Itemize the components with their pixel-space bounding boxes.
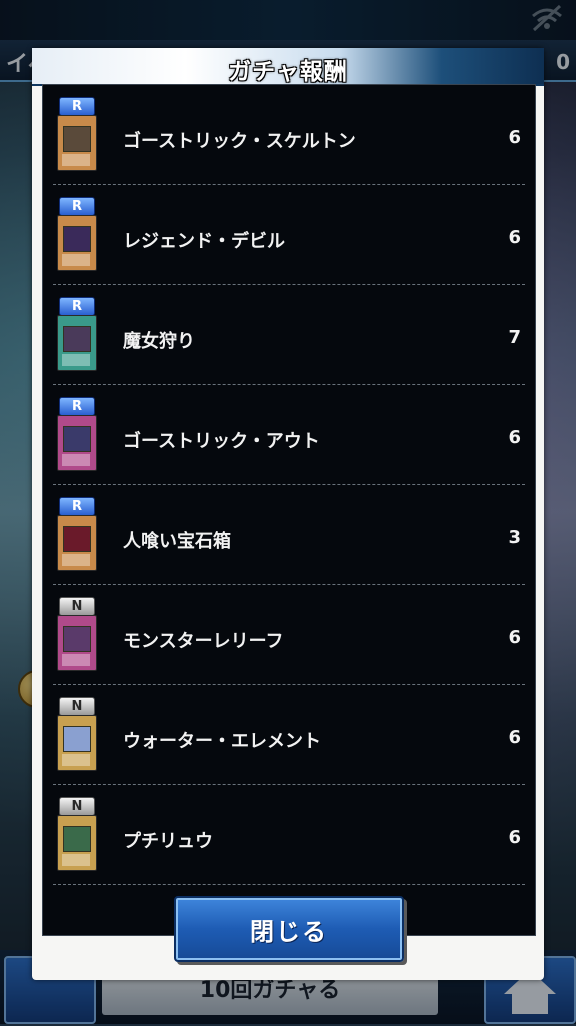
- card-text-box: [62, 254, 90, 266]
- card-quantity: 6: [508, 227, 521, 248]
- card-art: [63, 626, 91, 652]
- reward-row[interactable]: N プチリュウ 6: [43, 785, 535, 885]
- card-thumbnail[interactable]: [57, 415, 97, 471]
- card-quantity: 6: [508, 627, 521, 648]
- reward-row[interactable]: N モンスターレリーフ 6: [43, 585, 535, 685]
- card-art: [63, 426, 91, 452]
- rarity-badge: R: [59, 197, 95, 216]
- card-thumbnail[interactable]: [57, 215, 97, 271]
- card-quantity: 7: [508, 327, 521, 348]
- card-thumbnail[interactable]: [57, 115, 97, 171]
- close-button[interactable]: 閉じる: [174, 896, 404, 962]
- card-thumbnail[interactable]: [57, 315, 97, 371]
- dialog-header: ガチャ報酬: [32, 48, 544, 86]
- card-name: ゴーストリック・アウト: [123, 431, 320, 452]
- card-name: モンスターレリーフ: [123, 631, 284, 652]
- card-thumbnail[interactable]: [57, 815, 97, 871]
- rarity-badge: R: [59, 97, 95, 116]
- reward-row[interactable]: R 人喰い宝石箱 3: [43, 485, 535, 585]
- card-text-box: [62, 354, 90, 366]
- rarity-badge: N: [59, 597, 95, 616]
- card-art: [63, 326, 91, 352]
- card-text-box: [62, 154, 90, 166]
- reward-list[interactable]: R ゴーストリック・スケルトン 6 R レジェンド・デビル 6 R 魔女狩り 7 R ゴーストリック…: [42, 84, 536, 936]
- card-quantity: 6: [508, 427, 521, 448]
- card-art: [63, 726, 91, 752]
- card-art: [63, 826, 91, 852]
- rarity-badge: R: [59, 297, 95, 316]
- card-quantity: 3: [508, 527, 521, 548]
- card-thumbnail[interactable]: [57, 715, 97, 771]
- card-art: [63, 126, 91, 152]
- close-button-label: 閉じる: [250, 918, 328, 946]
- reward-row[interactable]: R レジェンド・デビル 6: [43, 185, 535, 285]
- rarity-badge: N: [59, 697, 95, 716]
- card-name: 魔女狩り: [123, 331, 195, 352]
- card-thumbnail[interactable]: [57, 515, 97, 571]
- row-divider: [53, 884, 525, 885]
- card-text-box: [62, 854, 90, 866]
- rarity-badge: N: [59, 797, 95, 816]
- reward-row[interactable]: R ゴーストリック・アウト 6: [43, 385, 535, 485]
- card-name: ゴーストリック・スケルトン: [123, 131, 356, 152]
- reward-row[interactable]: R ゴーストリック・スケルトン 6: [43, 85, 535, 185]
- card-text-box: [62, 754, 90, 766]
- card-name: 人喰い宝石箱: [123, 531, 231, 552]
- card-name: レジェンド・デビル: [123, 231, 285, 252]
- card-name: ウォーター・エレメント: [123, 731, 321, 752]
- card-quantity: 6: [508, 827, 521, 848]
- reward-row[interactable]: R 魔女狩り 7: [43, 285, 535, 385]
- card-thumbnail[interactable]: [57, 615, 97, 671]
- rarity-badge: R: [59, 397, 95, 416]
- gacha-reward-dialog: ガチャ報酬 R ゴーストリック・スケルトン 6 R レジェンド・デビル 6 R 魔女狩り 7 R ゴ…: [32, 48, 544, 980]
- card-art: [63, 526, 91, 552]
- card-text-box: [62, 454, 90, 466]
- card-art: [63, 226, 91, 252]
- card-text-box: [62, 554, 90, 566]
- card-name: プチリュウ: [123, 831, 213, 852]
- card-text-box: [62, 654, 90, 666]
- card-quantity: 6: [508, 727, 521, 748]
- card-quantity: 6: [508, 127, 521, 148]
- reward-row[interactable]: N ウォーター・エレメント 6: [43, 685, 535, 785]
- dialog-title: ガチャ報酬: [228, 59, 348, 85]
- rarity-badge: R: [59, 497, 95, 516]
